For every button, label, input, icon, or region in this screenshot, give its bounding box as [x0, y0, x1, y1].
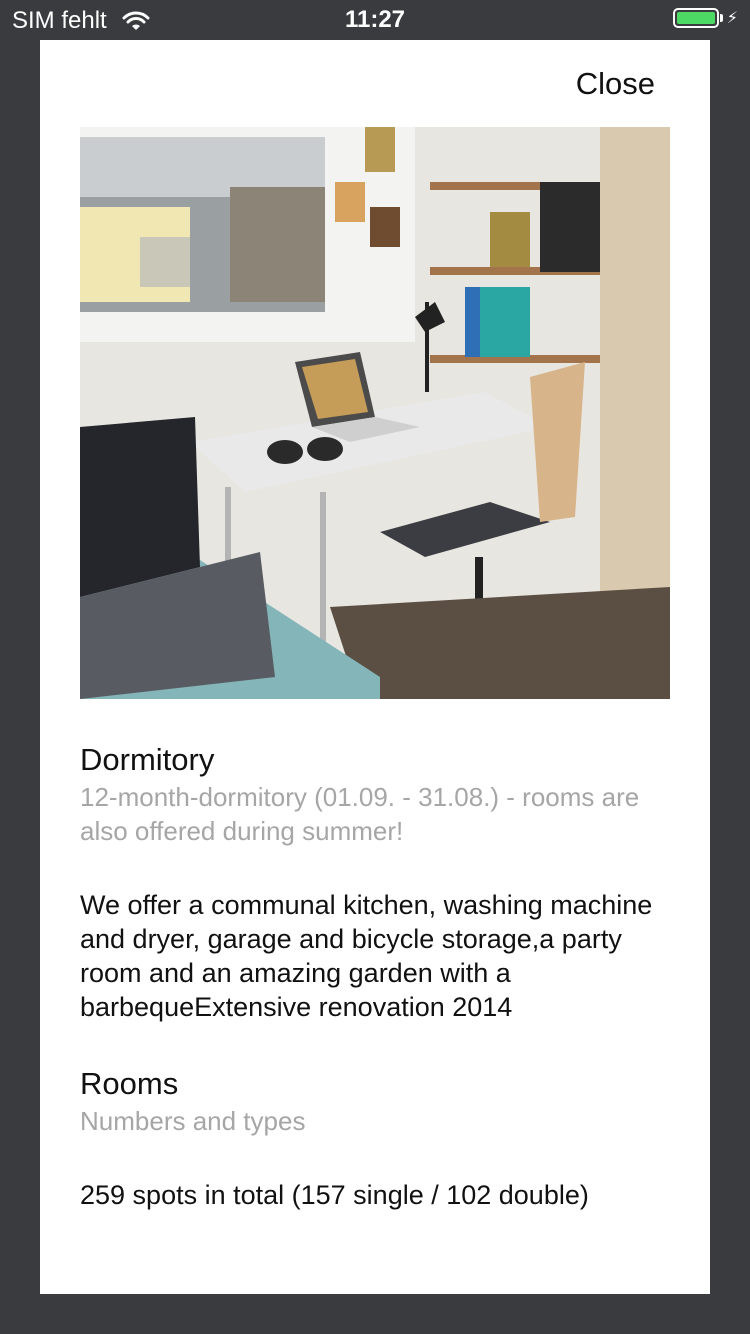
- battery-fill: [676, 12, 715, 24]
- section-body-rooms: 259 spots in total (157 single / 102 dou…: [80, 1180, 589, 1210]
- status-time: 11:27: [344, 6, 406, 33]
- detail-modal: Close Dormitory 12-month-dormitory (01.0…: [40, 40, 710, 1294]
- section-title-rooms: Rooms: [80, 1066, 179, 1101]
- battery-body: [672, 8, 719, 28]
- dorm-room-photo: [80, 127, 670, 699]
- section-title-dormitory: Dormitory: [80, 742, 215, 777]
- battery-icon: ⚡: [672, 8, 738, 28]
- close-button[interactable]: Close: [576, 66, 655, 102]
- section-subtitle-rooms: Numbers and types: [80, 1106, 306, 1136]
- charging-bolt-icon: ⚡: [726, 10, 738, 27]
- battery-tip: [719, 14, 723, 22]
- details-content: Dormitory 12-month-dormitory (01.09. - 3…: [80, 740, 670, 1212]
- section-subtitle-dormitory: 12-month-dormitory (01.09. - 31.08.) - r…: [80, 782, 640, 846]
- dorm-room-illustration: [80, 127, 670, 699]
- status-bar: SIM fehlt 11:27 ⚡: [0, 0, 750, 40]
- section-body-dormitory: We offer a communal kitchen, washing mac…: [80, 890, 653, 1022]
